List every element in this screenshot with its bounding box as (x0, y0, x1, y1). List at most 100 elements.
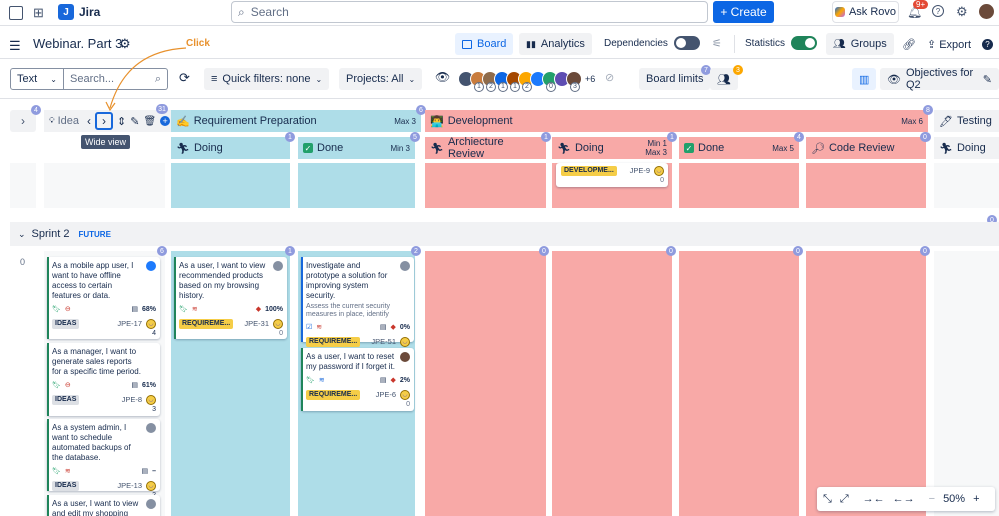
column-req-doing-header[interactable]: 🏃︎ Doing 1 (171, 132, 295, 159)
sidebar-toggle-icon[interactable] (9, 6, 23, 20)
epic-tag[interactable]: IDEAS (52, 319, 80, 329)
issue-card[interactable]: As a manager, I want to generate sales r… (47, 343, 160, 416)
issue-key[interactable]: JPE-8 (122, 395, 142, 405)
groups-button[interactable]: 👥︎ Groups (826, 33, 894, 55)
shrink-columns-icon[interactable]: →← (863, 493, 885, 505)
assignee-avatar-icon[interactable] (146, 261, 156, 271)
zoom-in-icon[interactable]: + (973, 493, 979, 505)
unassigned-avatar-icon[interactable] (400, 261, 410, 271)
chevron-down-icon[interactable]: ⌄ (18, 229, 26, 240)
column-layout-button[interactable]: ▥ (852, 68, 877, 90)
jira-logo[interactable]: J Jira (58, 4, 100, 20)
clear-filter-icon[interactable]: ⊘ (605, 71, 614, 84)
unassigned-avatar-icon[interactable] (146, 423, 156, 433)
sprint-lane-header[interactable]: ⌄ Sprint 2 FUTURE (10, 222, 999, 246)
app-switcher-icon[interactable]: ⊞ (33, 5, 44, 21)
issue-card[interactable]: As a user, I want to view recommended pr… (174, 257, 287, 339)
search-type-select[interactable]: Text ⌄ (10, 68, 64, 90)
avatar[interactable]: 3 (566, 71, 582, 92)
export-button[interactable]: ⇪ Export (927, 38, 971, 52)
epic-tag[interactable]: REQUIREME... (306, 337, 361, 347)
dev-doing-label: Doing (574, 142, 604, 154)
column-dev-code-review-header[interactable]: 🔎︎ Code Review 0 (806, 132, 931, 159)
zoom-out-icon[interactable]: − (929, 493, 935, 505)
board-help-icon[interactable]: ? (982, 39, 993, 50)
hamburger-menu-icon[interactable]: ☰ (9, 38, 21, 54)
column-dev-arch-header[interactable]: 🏃︎ Archiecture Review 1 (425, 132, 551, 160)
edit-pencil-icon: ✎ (982, 73, 992, 86)
tab-analytics-label: Analytics (540, 38, 585, 50)
column-dev-doing-header[interactable]: 🏃︎ Doing Min 1 Max 3 1 (552, 132, 677, 159)
priority-critical-icon: ◆ (390, 324, 396, 331)
assignee-avatars[interactable]: 1 2 1 1 2 0 3 +6 (458, 71, 595, 92)
issue-card[interactable]: As a system admin, I want to schedule au… (47, 419, 160, 499)
epic-tag[interactable]: DEVELOPME... (561, 166, 617, 176)
help-icon[interactable]: ? (932, 5, 944, 17)
statistics-toggle[interactable] (791, 36, 818, 50)
compress-icon[interactable]: ⇕ (117, 115, 126, 128)
link-icon[interactable]: 🔗︎ (902, 38, 916, 51)
runner-icon: 🏃︎ (939, 142, 953, 155)
unassigned-avatar-icon[interactable] (146, 499, 156, 509)
search-input[interactable]: ⌕ Search (231, 1, 708, 23)
assignee-avatar-icon[interactable]: ◡ (400, 337, 410, 347)
chevron-left-icon[interactable]: ‹ (87, 114, 91, 128)
visibility-eye-icon[interactable]: 👁︎ (435, 70, 450, 84)
issue-key[interactable]: JPE-9 (630, 166, 650, 176)
epic-tag[interactable]: REQUIREME... (179, 319, 234, 329)
dev-done-limit: Max 5 (772, 143, 794, 153)
assignee-avatar-icon[interactable]: ◡ (146, 395, 156, 405)
column-req-done-header[interactable]: ✓ Done Min 3 5 (298, 132, 420, 159)
issue-card[interactable]: Investigate and prototype a solution for… (301, 257, 414, 355)
add-column-icon[interactable]: + (160, 116, 171, 126)
epic-tag[interactable]: REQUIREME... (306, 390, 361, 400)
assignee-avatar-icon[interactable]: ◡ (400, 390, 410, 400)
assignee-avatar-icon[interactable]: ◡ (146, 319, 156, 329)
board-limits-button[interactable]: Board limits (639, 68, 711, 90)
issue-card[interactable]: DEVELOPME... JPE-9 ◡ 0 (556, 163, 668, 187)
objectives-button[interactable]: 👁︎ Objectives for Q2 ✎ (880, 67, 999, 91)
issue-key[interactable]: JPE-17 (117, 319, 142, 329)
dependencies-toggle[interactable] (673, 36, 700, 50)
user-avatar[interactable] (979, 4, 994, 19)
assignee-avatar-icon[interactable] (400, 352, 410, 362)
issue-key[interactable]: JPE-51 (371, 337, 396, 347)
dev-arch-label: Archiecture Review (447, 136, 504, 160)
issue-key[interactable]: JPE-13 (117, 481, 142, 491)
unassigned-avatar-icon[interactable] (273, 261, 283, 271)
rovo-icon (834, 7, 845, 17)
ask-rovo-button[interactable]: Ask Rovo (832, 1, 899, 23)
dependencies-settings-icon[interactable]: ⚟ (712, 37, 722, 50)
issue-card[interactable]: As a user, I want to view and edit my sh… (47, 495, 160, 516)
quick-filters-dropdown[interactable]: ≡ Quick filters: none ⌄ (204, 68, 330, 90)
column-group-testing[interactable]: 🖊︎ Testing (934, 110, 999, 132)
tab-board[interactable]: Board (455, 33, 514, 55)
epic-tag[interactable]: IDEAS (52, 395, 80, 405)
epic-tag[interactable]: IDEAS (52, 481, 80, 491)
cell-count-badge: 6 (157, 246, 167, 256)
expand-all-icon[interactable]: ⤢ (840, 493, 849, 506)
task-checkbox-icon: ☑ (306, 324, 313, 331)
card-description: Assess the current security measures in … (306, 303, 391, 318)
issue-key[interactable]: JPE-6 (376, 390, 396, 400)
edit-pencil-icon[interactable]: ✎ (130, 115, 139, 128)
expand-columns-icon[interactable]: ←→ (893, 493, 915, 505)
collapse-all-icon[interactable]: ⤡ (823, 493, 832, 506)
column-group-development[interactable]: 👨‍💻︎ Development Max 6 8 (425, 105, 933, 132)
assignee-avatar-icon[interactable]: ◡ (146, 481, 156, 491)
assignee-avatar-icon[interactable]: ◡ (654, 166, 664, 176)
trash-icon[interactable]: 🗑︎ (143, 116, 156, 127)
issue-card[interactable]: As a mobile app user, I want to have off… (47, 257, 160, 339)
issue-card[interactable]: As a user, I want to reset my password i… (301, 348, 414, 411)
column-dev-done-header[interactable]: ✓ Done Max 5 4 (679, 132, 804, 159)
create-button[interactable]: + Create (713, 1, 774, 23)
settings-gear-icon[interactable]: ⚙ (956, 4, 968, 20)
projects-dropdown[interactable]: Projects: All ⌄ (339, 68, 423, 90)
issue-key[interactable]: JPE-31 (244, 319, 269, 329)
column-test-doing-header[interactable]: 🏃︎ Doing (934, 137, 999, 159)
more-avatars-count[interactable]: +6 (585, 74, 595, 84)
column-group-requirement-preparation[interactable]: ✍ Requirement Preparation Max 3 6 (171, 105, 426, 132)
comment-icon: ▤ (141, 468, 149, 475)
assignee-avatar-icon[interactable]: ◡ (273, 319, 283, 329)
tab-analytics[interactable]: ▮▮ Analytics (519, 33, 592, 55)
